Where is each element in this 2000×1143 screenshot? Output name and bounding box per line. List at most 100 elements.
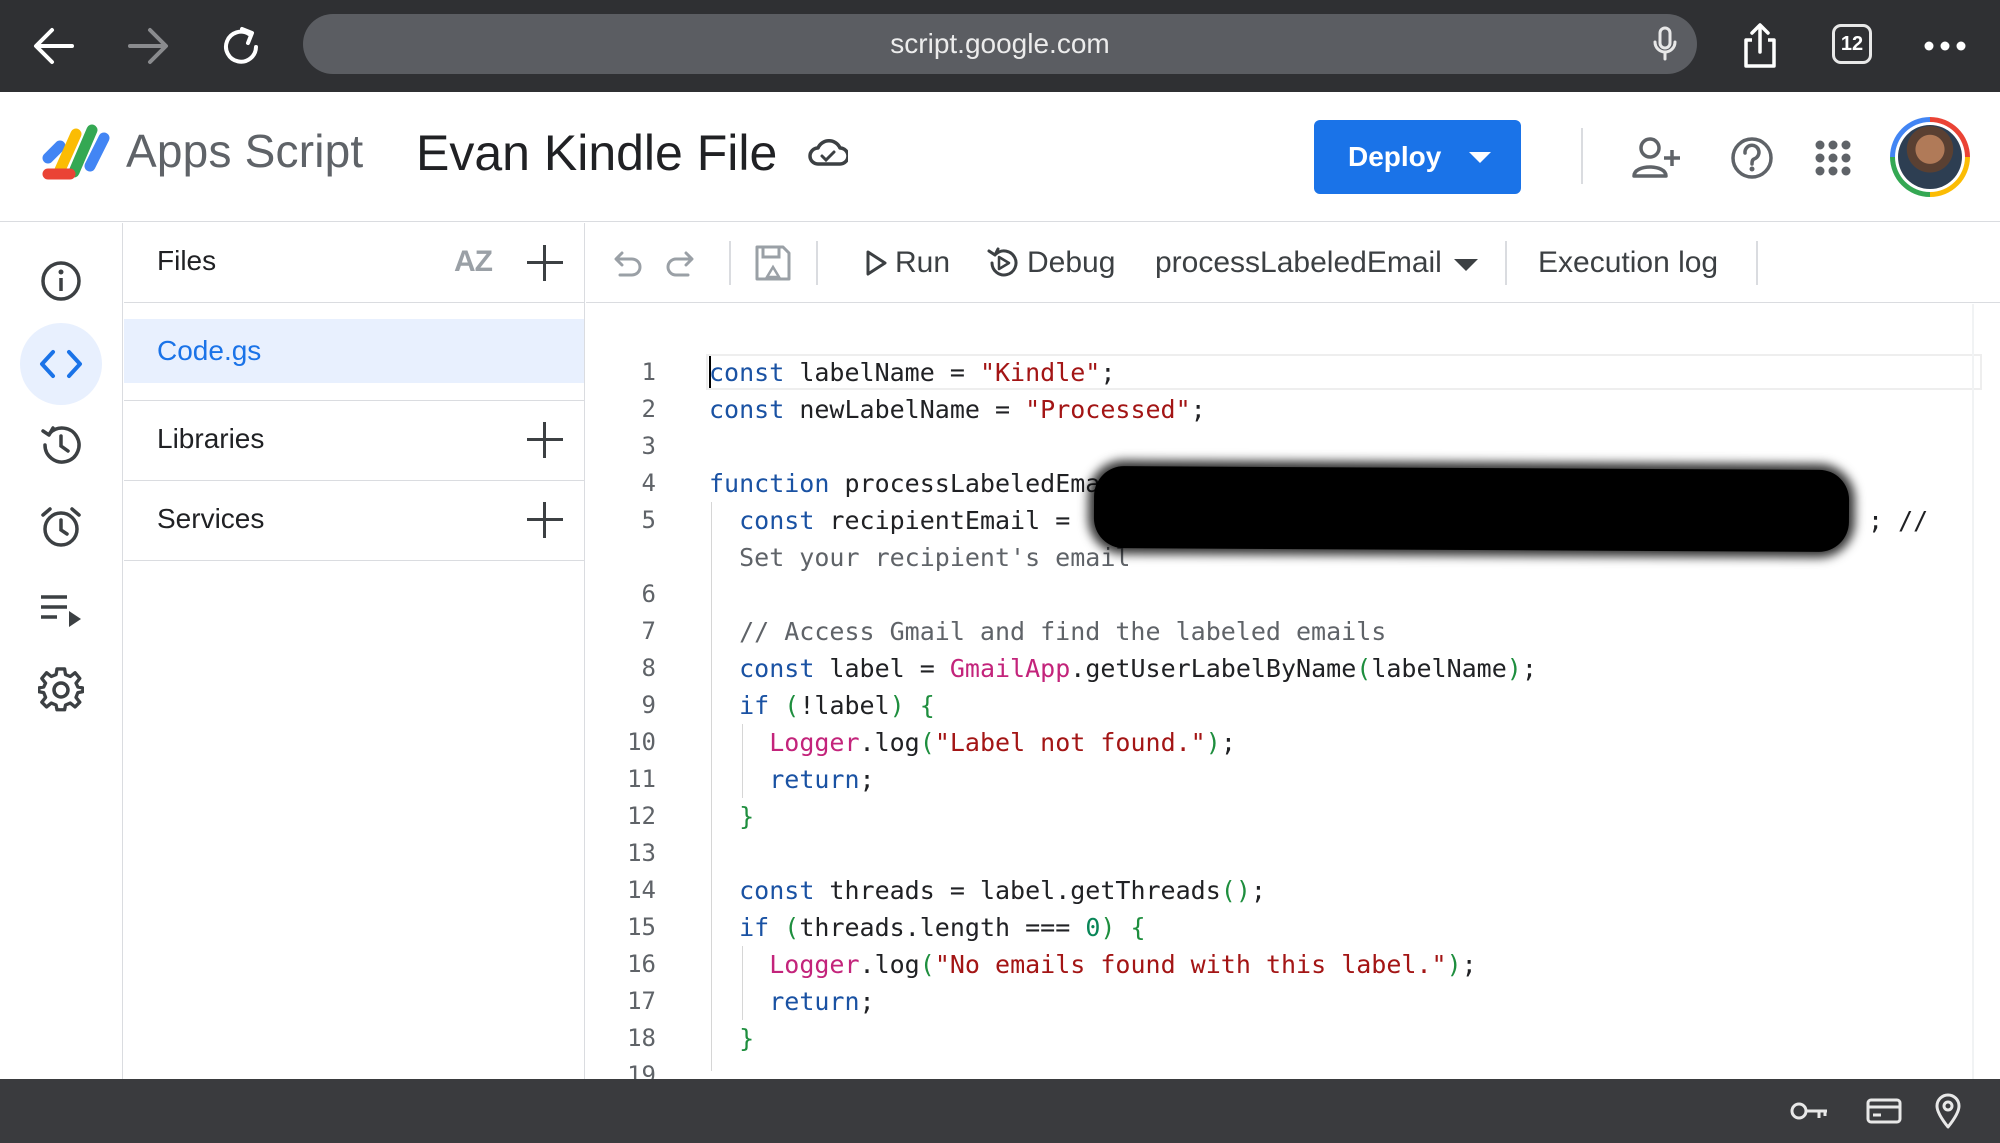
browser-bottom-bar <box>0 1079 2000 1143</box>
services-section[interactable]: Services <box>124 480 585 560</box>
app-name: Apps Script <box>126 125 364 177</box>
code-line[interactable]: } <box>709 798 754 835</box>
chevron-down-icon[interactable] <box>1469 152 1491 163</box>
editor-toolbar: Run Debug processLabeledEmail Execution … <box>586 223 2000 303</box>
card-icon[interactable] <box>1864 1093 1904 1129</box>
avatar[interactable] <box>1890 117 1970 197</box>
line-number: 2 <box>641 395 656 423</box>
share-icon[interactable] <box>1732 20 1788 72</box>
line-number: 18 <box>627 1024 656 1052</box>
microphone-icon[interactable] <box>1651 26 1679 67</box>
line-number: 9 <box>641 691 656 719</box>
toolbar-separator <box>729 241 731 285</box>
line-number: 3 <box>641 432 656 460</box>
undo-icon[interactable] <box>606 243 646 283</box>
save-to-drive-icon[interactable] <box>753 243 793 283</box>
url-text[interactable]: script.google.com <box>303 14 1697 74</box>
code-line[interactable]: return; <box>709 983 874 1020</box>
execution-log-button[interactable]: Execution log <box>1538 223 1718 303</box>
code-line[interactable]: const threads = label.getThreads(); <box>709 872 1266 909</box>
libraries-title: Libraries <box>157 423 265 454</box>
code-line[interactable]: Set your recipient's email <box>709 539 1130 576</box>
browser-toolbar: script.google.com 12 <box>0 0 2000 92</box>
editor-scrollbar[interactable] <box>1972 304 1974 1079</box>
code-line[interactable]: if (!label) { <box>709 687 935 724</box>
run-play-icon[interactable] <box>856 243 896 283</box>
services-title: Services <box>157 503 265 534</box>
header-divider <box>1581 128 1583 184</box>
more-icon[interactable] <box>1917 20 1973 72</box>
function-selector[interactable]: processLabeledEmail <box>1155 223 1442 303</box>
run-button[interactable]: Run <box>895 223 950 303</box>
tab-count: 12 <box>1840 33 1864 55</box>
toolbar-separator <box>1756 241 1758 285</box>
code-line-tail[interactable]: ; // <box>1868 502 1928 539</box>
line-number: 14 <box>627 876 656 904</box>
line-number: 13 <box>627 839 656 867</box>
apps-script-logo[interactable]: Apps Script <box>42 122 363 180</box>
triggers-alarm-icon[interactable] <box>20 486 102 568</box>
help-icon[interactable] <box>1724 130 1780 186</box>
code-line[interactable]: if (threads.length === 0) { <box>709 909 1145 946</box>
apps-grid-icon[interactable] <box>1805 130 1861 186</box>
toolbar-separator <box>1505 241 1507 285</box>
redo-icon[interactable] <box>662 243 702 283</box>
code-line[interactable]: // Access Gmail and find the labeled ema… <box>709 613 1386 650</box>
reload-icon[interactable] <box>213 20 269 72</box>
file-name: Code.gs <box>157 335 262 366</box>
avatar-ring <box>1895 122 1965 192</box>
app-header: Apps Script Evan Kindle File Deploy <box>0 92 2000 222</box>
code-editor[interactable]: 1 2 3 4 5 6 7 8 9 10 11 12 13 14 15 16 1… <box>586 304 2000 1079</box>
code-line[interactable]: return; <box>709 761 874 798</box>
apps-script-icon <box>42 124 110 180</box>
files-panel: Files AZ Code.gs Libraries Services <box>124 223 585 1079</box>
tabs-icon[interactable]: 12 <box>1832 24 1872 64</box>
code-line[interactable]: } <box>709 1020 754 1057</box>
key-icon[interactable] <box>1789 1093 1829 1129</box>
code-line[interactable]: Logger.log("Label not found."); <box>709 724 1236 761</box>
line-number: 1 <box>641 358 656 386</box>
deploy-button[interactable]: Deploy <box>1314 120 1521 194</box>
line-number: 12 <box>627 802 656 830</box>
left-nav-rail <box>0 223 123 1079</box>
line-number: 10 <box>627 728 656 756</box>
cloud-saved-icon <box>808 136 850 173</box>
line-number: 16 <box>627 950 656 978</box>
line-number: 15 <box>627 913 656 941</box>
project-title[interactable]: Evan Kindle File <box>416 124 777 182</box>
avatar-photo <box>1898 125 1962 189</box>
line-number: 17 <box>627 987 656 1015</box>
code-line[interactable]: const newLabelName = "Processed"; <box>709 391 1206 428</box>
sort-az-icon[interactable]: AZ <box>454 245 493 279</box>
executions-list-icon[interactable] <box>20 568 102 650</box>
line-number: 5 <box>641 506 656 534</box>
code-line[interactable]: Logger.log("No emails found with this la… <box>709 946 1476 983</box>
text-cursor <box>709 356 711 388</box>
history-icon[interactable] <box>20 404 102 486</box>
settings-gear-icon[interactable] <box>20 649 102 731</box>
location-icon[interactable] <box>1928 1093 1968 1129</box>
code-line[interactable]: const labelName = "Kindle"; <box>709 354 1115 391</box>
add-service-icon[interactable] <box>525 500 565 540</box>
add-file-icon[interactable] <box>525 243 565 283</box>
redacted-email-scribble <box>1093 466 1850 552</box>
line-number: 19 <box>627 1061 656 1079</box>
code-line[interactable]: const label = GmailApp.getUserLabelByNam… <box>709 650 1537 687</box>
file-item-code-gs[interactable]: Code.gs <box>124 319 584 383</box>
forward-arrow-icon[interactable] <box>120 20 176 72</box>
share-add-person-icon[interactable] <box>1628 130 1684 186</box>
editor-code-icon[interactable] <box>20 323 102 405</box>
add-library-icon[interactable] <box>525 420 565 460</box>
code-line[interactable]: const recipientEmail = <box>709 502 1085 539</box>
files-title: Files <box>157 245 217 276</box>
back-arrow-icon[interactable] <box>26 20 82 72</box>
overview-info-icon[interactable] <box>20 240 102 322</box>
line-number: 4 <box>641 469 656 497</box>
libraries-section[interactable]: Libraries <box>124 400 585 480</box>
chevron-down-icon[interactable] <box>1454 259 1478 271</box>
line-number <box>586 539 656 576</box>
address-bar[interactable]: script.google.com <box>303 14 1697 74</box>
panel-divider <box>124 560 585 561</box>
debug-button[interactable]: Debug <box>1027 223 1115 303</box>
debug-icon[interactable] <box>983 243 1023 283</box>
